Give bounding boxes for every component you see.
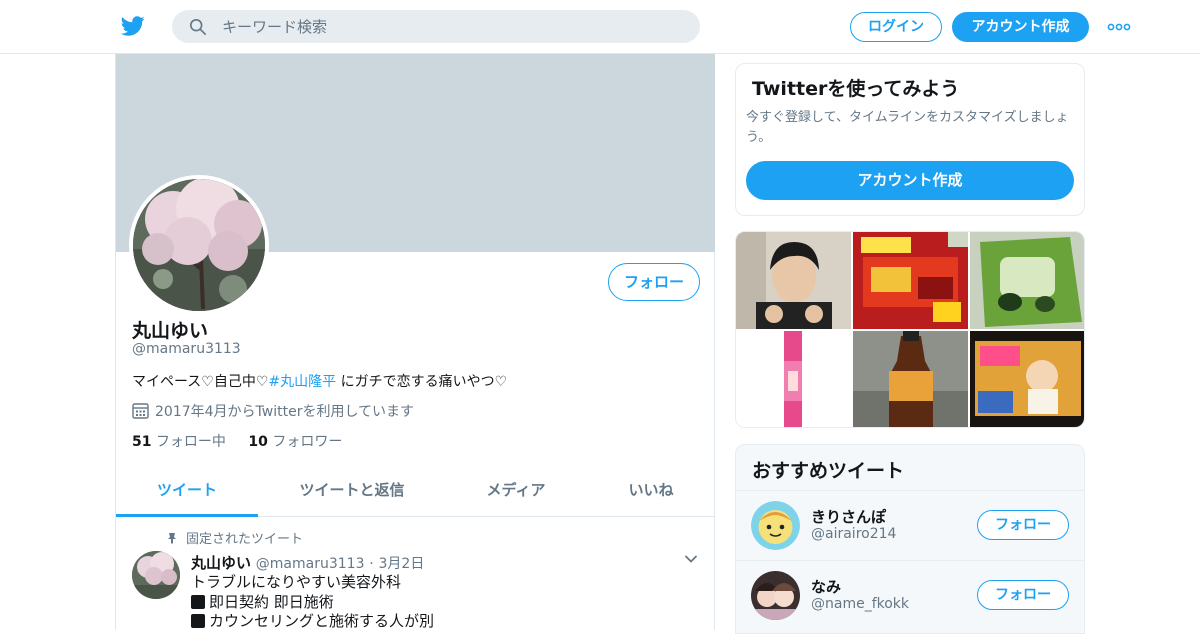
chevron-down-icon[interactable] [684,552,698,566]
pinned-label-text: 固定されたツイート [186,532,304,547]
search-input[interactable] [222,10,682,43]
media-grid [735,231,1085,428]
tweet-author-avatar[interactable] [132,551,180,599]
tweet-line: 即日契約 即日施術 [191,593,434,613]
search-icon [189,18,207,36]
recommended-user-avatar[interactable] [751,501,800,550]
recommended-user-handle: @name_fkokk [811,596,910,612]
recommended-users-card: おすすめツイート きりさんぽ @airairo214 フォロー なみ @name… [735,444,1085,634]
media-thumbnail[interactable] [970,331,1084,427]
profile-tabs: ツイート ツイートと返信 メディア いいね [116,466,715,517]
followers-count: 10 [248,434,268,450]
tweet-line: トラブルになりやすい美容外科 [191,573,402,591]
recommended-user-name[interactable]: なみ [811,576,841,597]
tweet-author-handle[interactable]: @mamaru3113 [256,556,365,572]
recommended-user-handle: @airairo214 [811,526,897,542]
tweet-header: 丸山ゆい @mamaru3113 · 3月2日 [191,552,424,573]
recommended-user-follow-button[interactable]: フォロー [977,580,1069,610]
selfie-avatar [751,571,800,620]
following-stat[interactable]: 51 フォロー中 [132,434,226,450]
profile-column: フォロー 丸山ゆい @mamaru3113 マイペース♡自己中♡#丸山隆平 にガ… [115,54,715,630]
bio-text-prefix: マイペース♡自己中♡ [132,374,269,390]
tab-media[interactable]: メディア [466,466,566,517]
signup-card-title: Twitterを使ってみよう [752,78,960,100]
recommended-title: おすすめツイート [752,460,905,482]
profile-stats: 51 フォロー中 10 フォロワー [132,431,360,451]
tweet-date[interactable]: 3月2日 [379,556,425,572]
following-label: フォロー中 [155,434,226,450]
media-thumbnail[interactable] [970,232,1084,329]
media-thumbnail[interactable] [736,232,851,329]
tweet-line-text: カウンセリングと施術する人が別 [209,612,435,630]
bio-hashtag-link[interactable]: #丸山隆平 [268,374,336,390]
cherry-blossom-thumbnail [132,551,180,599]
profile-avatar[interactable] [129,175,269,315]
media-thumbnail[interactable] [853,232,968,329]
followers-label: フォロワー [272,434,343,450]
login-button[interactable]: ログイン [850,12,942,42]
join-date: 2017年4月からTwitterを利用しています [132,401,414,421]
bottle-photo [853,331,968,427]
signup-card-button[interactable]: アカウント作成 [746,161,1074,200]
cartoon-avatar [751,501,800,550]
screen-photo [970,331,1084,427]
tweet-author-name[interactable]: 丸山ゆい [191,554,251,572]
signup-card: Twitterを使ってみよう 今すぐ登録して、タイムラインをカスタマイズしましょ… [735,63,1085,216]
profile-name[interactable]: 丸山ゆい [132,316,208,343]
followers-stat[interactable]: 10 フォロワー [248,434,342,450]
recommended-user-row[interactable]: なみ @name_fkokk フォロー [736,560,1084,630]
tab-tweets[interactable]: ツイート [116,466,258,517]
tweet-text: トラブルになりやすい美容外科 即日契約 即日施術 カウンセリングと施術する人が別 [191,573,434,632]
recommended-user-avatar[interactable] [751,571,800,620]
bio-text-suffix: にガチで恋する痛いやつ♡ [336,374,508,390]
recommended-user-row[interactable]: きりさんぽ @airairo214 フォロー [736,490,1084,560]
pin-icon [168,533,176,544]
recommended-user-follow-button[interactable]: フォロー [977,510,1069,540]
tweet-line: カウンセリングと施術する人が別 [191,612,434,632]
twitter-bird-icon[interactable] [120,14,146,38]
media-thumbnail[interactable] [736,331,851,427]
person-photo [736,232,851,329]
profile-bio: マイペース♡自己中♡#丸山隆平 にガチで恋する痛いやつ♡ [132,371,507,391]
top-bar: ログイン アカウント作成 [0,0,1200,54]
tweet-line-text: 即日契約 即日施術 [209,592,334,611]
black-square-icon [191,614,205,628]
following-count: 51 [132,434,152,450]
tab-tweets-and-replies[interactable]: ツイートと返信 [282,466,422,517]
recommended-user-name[interactable]: きりさんぽ [811,506,886,527]
search-box[interactable] [172,10,700,43]
signup-button[interactable]: アカウント作成 [952,12,1089,42]
pinned-tweet-label: 固定されたツイート [166,528,303,547]
cherry-blossom-photo [133,179,265,311]
profile-handle: @mamaru3113 [132,341,241,357]
tweet-separator: · [369,556,374,572]
media-thumbnail[interactable] [853,331,968,427]
more-options-icon[interactable] [1107,22,1131,32]
calendar-icon [132,403,149,419]
cosmetic-tube-photo [736,331,851,427]
tab-likes[interactable]: いいね [606,466,696,517]
follow-button[interactable]: フォロー [608,263,700,301]
signup-card-text: 今すぐ登録して、タイムラインをカスタマイズしましょう。 [746,110,1069,145]
black-square-icon [191,594,205,609]
noodle-package-photo [853,232,968,329]
olive-snack-photo [970,232,1084,329]
join-date-text: 2017年4月からTwitterを利用しています [155,404,415,420]
